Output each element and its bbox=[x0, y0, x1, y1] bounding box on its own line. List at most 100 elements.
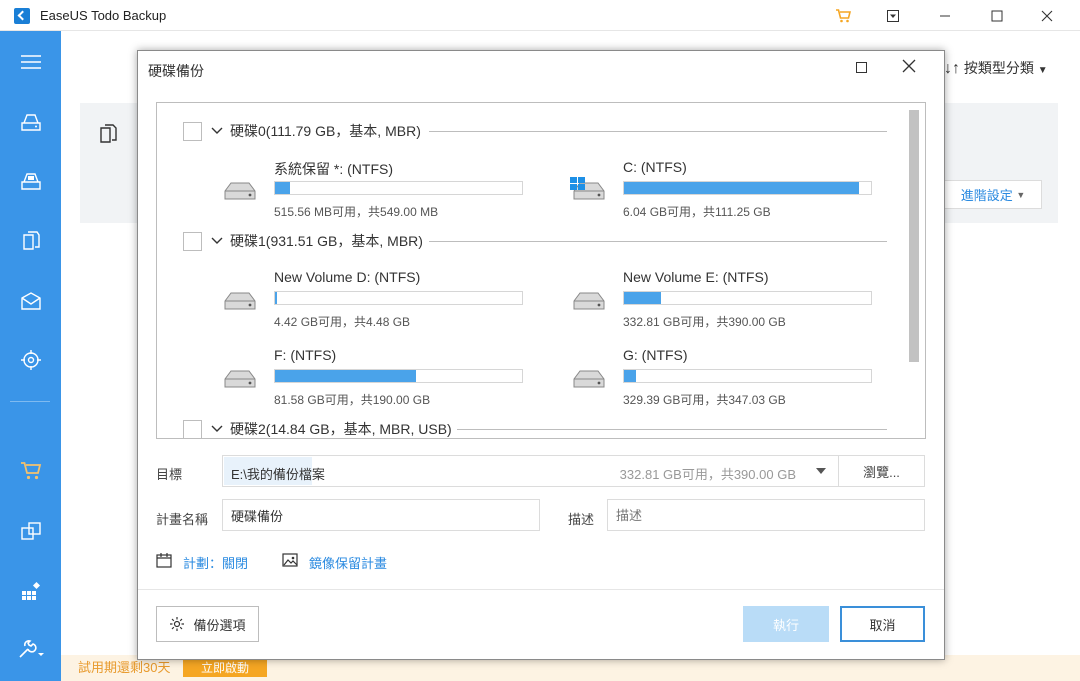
divider bbox=[429, 131, 887, 132]
image-icon bbox=[282, 552, 298, 571]
chevron-down-icon[interactable] bbox=[210, 124, 224, 138]
description-label: 描述 bbox=[568, 512, 595, 527]
disk-0-label: 硬碟0(111.79 GB，基本, MBR) bbox=[230, 123, 421, 139]
drive-icon bbox=[573, 292, 605, 310]
backup-options-button[interactable]: 備份選項 bbox=[156, 606, 259, 642]
title-bar: EaseUS Todo Backup bbox=[0, 0, 1080, 31]
dialog-close-icon[interactable] bbox=[900, 57, 918, 75]
maximize-icon[interactable] bbox=[974, 0, 1020, 31]
cancel-button[interactable]: 取消 bbox=[840, 606, 925, 642]
drive-icon bbox=[224, 182, 256, 200]
partition-e[interactable]: New Volume E: (NTFS) 332.81 GB可用，共390.00… bbox=[570, 269, 872, 329]
app-logo-icon bbox=[14, 8, 30, 24]
drive-icon bbox=[573, 370, 605, 388]
partition-d[interactable]: New Volume D: (NTFS) 4.42 GB可用，共4.48 GB bbox=[221, 269, 523, 329]
target-path: E:\我的備份檔案 bbox=[231, 467, 325, 482]
backup-options-label: 備份選項 bbox=[193, 617, 246, 633]
chevron-down-icon[interactable] bbox=[210, 422, 224, 436]
usage-bar bbox=[274, 181, 523, 195]
gear-icon bbox=[170, 617, 185, 631]
file-icon bbox=[98, 123, 120, 148]
clone-icon[interactable] bbox=[0, 511, 61, 551]
disk-1-header: 硬碟1(931.51 GB，基本, MBR) bbox=[183, 231, 423, 251]
target-size: 332.81 GB可用，共390.00 GB bbox=[619, 467, 796, 482]
plan-name-label: 計畫名稱 bbox=[156, 512, 209, 527]
usage-fill bbox=[275, 182, 290, 194]
settings-icon[interactable] bbox=[0, 630, 61, 670]
sidebar bbox=[0, 31, 61, 681]
chevron-down-icon[interactable] bbox=[816, 468, 826, 474]
plan-name-input[interactable] bbox=[222, 499, 540, 531]
disk-backup-dialog: 硬碟備份 硬碟0(111.79 GB，基本, MBR) 系統保留 *: (NTF… bbox=[137, 50, 945, 660]
usage-fill bbox=[275, 292, 278, 304]
close-icon[interactable] bbox=[1024, 0, 1070, 31]
cart-icon[interactable] bbox=[820, 0, 866, 31]
mail-backup-icon[interactable] bbox=[0, 281, 61, 321]
activate-now-button[interactable]: 立即啟動 bbox=[183, 657, 267, 677]
cart-icon[interactable] bbox=[0, 451, 61, 491]
target-label: 目標 bbox=[156, 467, 183, 482]
disk-2-label: 硬碟2(14.84 GB，基本, MBR, USB) bbox=[230, 421, 452, 437]
divider bbox=[457, 429, 887, 430]
partition-info: 81.58 GB可用，共190.00 GB bbox=[274, 393, 431, 407]
disk-backup-icon[interactable] bbox=[0, 102, 61, 142]
usage-fill bbox=[275, 370, 416, 382]
dialog-title: 硬碟備份 bbox=[148, 63, 204, 79]
system-backup-icon[interactable] bbox=[0, 161, 61, 201]
usage-fill bbox=[624, 370, 637, 382]
partition-name: New Volume E: (NTFS) bbox=[623, 269, 769, 285]
minimize-icon[interactable] bbox=[922, 0, 968, 31]
browse-button[interactable]: 瀏覽... bbox=[838, 455, 925, 487]
chevron-down-icon[interactable] bbox=[210, 234, 224, 248]
usage-bar bbox=[274, 291, 523, 305]
dropdown-menu-icon[interactable] bbox=[870, 0, 916, 31]
sort-by-type[interactable]: ↓↑ 按類型分類 ▼ bbox=[944, 58, 1048, 78]
app-title: EaseUS Todo Backup bbox=[40, 8, 167, 23]
partition-name: G: (NTFS) bbox=[623, 347, 688, 363]
sort-label: 按類型分類 bbox=[963, 60, 1034, 76]
usage-fill bbox=[624, 292, 662, 304]
target-icon[interactable] bbox=[0, 340, 61, 380]
drive-icon bbox=[224, 370, 256, 388]
partition-info: 332.81 GB可用，共390.00 GB bbox=[623, 315, 786, 329]
scrollbar-thumb[interactable] bbox=[909, 110, 919, 362]
partition-info: 329.39 GB可用，共347.03 GB bbox=[623, 393, 786, 407]
advanced-settings-label: 進階設定 bbox=[960, 188, 1013, 203]
usage-bar bbox=[623, 369, 872, 383]
tools-icon[interactable] bbox=[0, 571, 61, 611]
partition-name: F: (NTFS) bbox=[274, 347, 337, 363]
disk-1-label: 硬碟1(931.51 GB，基本, MBR) bbox=[230, 233, 423, 249]
disk-0-header: 硬碟0(111.79 GB，基本, MBR) bbox=[183, 121, 421, 141]
partition-name: 系統保留 *: (NTFS) bbox=[274, 161, 393, 177]
partition-system-reserved[interactable]: 系統保留 *: (NTFS) 515.56 MB可用，共549.00 MB bbox=[221, 159, 523, 219]
partition-name: New Volume D: (NTFS) bbox=[274, 269, 421, 285]
disk-0-checkbox[interactable] bbox=[183, 121, 202, 141]
menu-icon[interactable] bbox=[0, 42, 61, 82]
usage-bar bbox=[274, 369, 523, 383]
schedule-link[interactable]: 計劃：關閉 bbox=[183, 553, 248, 572]
image-reserve-link[interactable]: 鏡像保留計畫 bbox=[309, 553, 387, 572]
partition-name: C: (NTFS) bbox=[623, 159, 687, 175]
partition-g[interactable]: G: (NTFS) 329.39 GB可用，共347.03 GB bbox=[570, 347, 872, 407]
disk-2-checkbox[interactable] bbox=[183, 419, 202, 438]
calendar-icon bbox=[156, 552, 172, 571]
disk-1-checkbox[interactable] bbox=[183, 231, 202, 251]
usage-bar bbox=[623, 181, 872, 195]
partition-c[interactable]: C: (NTFS) 6.04 GB可用，共111.25 GB bbox=[570, 159, 872, 219]
partition-info: 4.42 GB可用，共4.48 GB bbox=[274, 315, 411, 329]
partition-info: 6.04 GB可用，共111.25 GB bbox=[623, 205, 771, 219]
usage-bar bbox=[623, 291, 872, 305]
description-input[interactable] bbox=[607, 499, 925, 531]
footer-divider bbox=[138, 589, 944, 590]
advanced-settings-button[interactable]: 進階設定 ▼ bbox=[944, 180, 1042, 209]
usage-fill bbox=[624, 182, 859, 194]
disk-list-panel: 硬碟0(111.79 GB，基本, MBR) 系統保留 *: (NTFS) 51… bbox=[156, 102, 926, 439]
target-select[interactable]: E:\我的備份檔案 332.81 GB可用，共390.00 GB bbox=[222, 455, 839, 487]
partition-f[interactable]: F: (NTFS) 81.58 GB可用，共190.00 GB bbox=[221, 347, 523, 407]
disk-2-header: 硬碟2(14.84 GB，基本, MBR, USB) bbox=[183, 419, 452, 438]
file-backup-icon[interactable] bbox=[0, 221, 61, 261]
execute-button[interactable]: 執行 bbox=[743, 606, 829, 642]
windows-drive-icon bbox=[570, 177, 605, 200]
sidebar-divider bbox=[10, 401, 50, 402]
dialog-maximize-icon[interactable] bbox=[856, 62, 867, 73]
